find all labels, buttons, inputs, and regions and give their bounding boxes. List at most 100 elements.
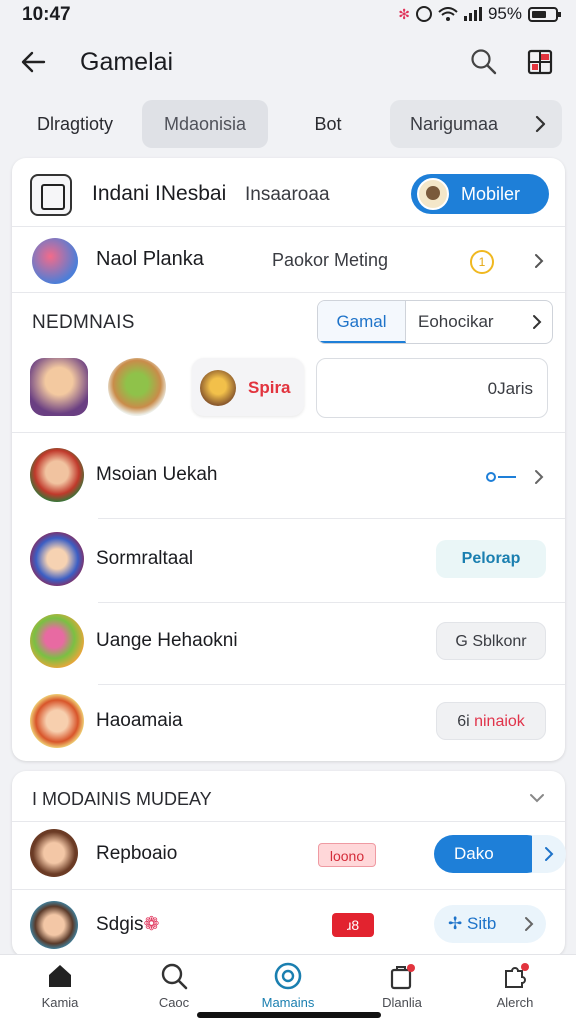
nav-dlanlia[interactable]: Dlanlia	[357, 961, 447, 1010]
sparkle-icon: ✢	[448, 914, 463, 933]
category-tabs: Dlragtioty Mdaonisia Bot Narigumaa	[0, 100, 576, 148]
game-meta: Paokor Meting	[272, 250, 389, 270]
list-item-name: Sormraltaal	[96, 548, 194, 569]
status-time: 10:47	[22, 4, 71, 25]
tag-badge: loono	[318, 843, 376, 867]
nav-home[interactable]: Kamia	[15, 961, 105, 1010]
back-arrow-icon[interactable]	[18, 46, 50, 78]
list-item-label: Sdgis	[96, 914, 144, 935]
puzzle-icon	[505, 963, 529, 988]
nav-label: Alerch	[496, 995, 534, 1010]
status-bar: 10:47 ✻ 95%	[0, 0, 576, 30]
spira-game-icon	[200, 370, 236, 406]
status-badge[interactable]: 6i ninaiok	[436, 702, 546, 740]
wifi-icon	[438, 7, 458, 21]
list-item[interactable]: Repboaio loono Dako	[12, 823, 566, 889]
pelorap-button[interactable]: Pelorap	[436, 540, 546, 578]
avatar	[30, 448, 84, 502]
flower-icon: ❁	[143, 914, 160, 935]
profile-row: Indani INesbai Insaaroaa Mobiler	[12, 158, 565, 226]
spira-label: Spira	[248, 378, 291, 397]
mobile-button-label: Mobiler	[461, 184, 521, 204]
search-field-text: 0Jaris	[487, 379, 533, 398]
badge-prefix: 6i	[457, 713, 470, 730]
list-item[interactable]: Haoamaia 6i ninaiok	[12, 680, 565, 762]
list-item[interactable]: Sormraltaal Pelorap	[12, 518, 565, 600]
chevron-right-icon	[535, 470, 544, 484]
chevron-right-icon	[525, 917, 534, 931]
toggle-indicator[interactable]	[486, 472, 520, 482]
nav-label: Caoc	[158, 995, 190, 1010]
tab-dlragtioty[interactable]: Dlragtioty	[14, 100, 136, 148]
tag-badge: ɹ8	[332, 913, 374, 937]
avatar	[30, 532, 84, 586]
battery-percent: 95%	[487, 4, 522, 23]
segment-eohocikar[interactable]: Eohocikar	[418, 301, 494, 343]
list-item[interactable]: Msoian Uekah	[12, 434, 565, 516]
nav-label: Mamains	[261, 995, 315, 1010]
game-tile-character[interactable]	[108, 358, 166, 416]
list-item-name: Sdgis❁	[96, 913, 159, 936]
nav-label: Dlanlia	[382, 995, 422, 1010]
list-item-name: Uange Hehaokni	[96, 630, 238, 651]
coin-icon: 1	[470, 250, 494, 274]
search-field[interactable]: 0Jaris	[316, 358, 548, 418]
segment-control: Gamal Eohocikar	[317, 300, 553, 344]
nav-mamains[interactable]: Mamains	[243, 961, 333, 1010]
chevron-right-icon	[535, 254, 544, 268]
bookmark-icon	[30, 174, 72, 216]
search-icon	[161, 963, 188, 990]
list-item-name: Msoian Uekah	[96, 464, 218, 485]
dako-button[interactable]: Dako	[434, 835, 566, 873]
secondary-card: I MODAINIS MUDEAY Repboaio loono Dako Sd…	[12, 771, 566, 957]
nav-label: Kamia	[41, 995, 79, 1010]
chevron-right-icon[interactable]	[528, 313, 546, 331]
alarm-icon	[415, 6, 432, 22]
divider	[12, 889, 565, 890]
profile-name: Indani INesbai	[92, 182, 227, 205]
avatar	[30, 694, 84, 748]
game-avatar	[32, 238, 78, 284]
status-icons: ✻ 95%	[398, 4, 561, 24]
menu-grid-icon[interactable]	[524, 46, 556, 78]
tab-bot[interactable]: Bot	[288, 100, 368, 148]
status-badge[interactable]: G Sblkonr	[436, 622, 546, 660]
bag-icon	[390, 964, 415, 990]
nav-search[interactable]: Caoc	[129, 961, 219, 1010]
game-name: Naol Planka	[96, 248, 204, 270]
list-item[interactable]: Uange Hehaokni G Sblkonr	[12, 600, 565, 682]
profile-subtitle: Insaaroaa	[245, 184, 330, 205]
sitb-button[interactable]: ✢ Sitb	[434, 905, 546, 943]
list-item[interactable]: Sdgis❁ ɹ8 ✢ Sitb	[12, 891, 565, 957]
search-icon[interactable]	[468, 46, 500, 78]
chevron-right-icon	[532, 835, 566, 873]
spira-chip[interactable]: Spira	[192, 358, 304, 416]
dako-button-label: Dako	[454, 844, 494, 863]
game-tile-avatar[interactable]	[30, 358, 88, 416]
nav-alerch[interactable]: Alerch	[470, 961, 560, 1010]
avatar	[30, 901, 78, 949]
avatar	[30, 614, 84, 668]
page-title: Gamelai	[80, 48, 174, 76]
badge-red-text: ninaiok	[474, 713, 525, 730]
bluetooth-icon: ✻	[398, 5, 410, 22]
chevron-down-icon[interactable]	[528, 789, 546, 807]
section-title: NEDMNAIS	[32, 312, 135, 333]
divider	[12, 821, 565, 822]
main-card: Indani INesbai Insaaroaa Mobiler Naol Pl…	[12, 158, 565, 761]
chevron-right-icon[interactable]	[530, 114, 550, 134]
home-indicator	[197, 1012, 381, 1018]
segment-gamal[interactable]: Gamal	[318, 301, 406, 343]
mobile-button[interactable]: Mobiler	[411, 174, 549, 214]
compass-icon	[274, 962, 302, 990]
divider	[12, 292, 565, 293]
divider	[12, 432, 565, 433]
battery-icon	[528, 6, 561, 22]
list-item-name: Repboaio	[96, 843, 178, 864]
app-header: Gamelai	[0, 36, 576, 88]
tab-mdaonisia[interactable]: Mdaonisia	[142, 100, 268, 148]
home-icon	[49, 965, 71, 987]
section-title: I MODAINIS MUDEAY	[32, 789, 212, 809]
signal-icon	[463, 7, 482, 21]
game-nav-row[interactable]: Naol Planka Paokor Meting 1	[12, 228, 565, 292]
